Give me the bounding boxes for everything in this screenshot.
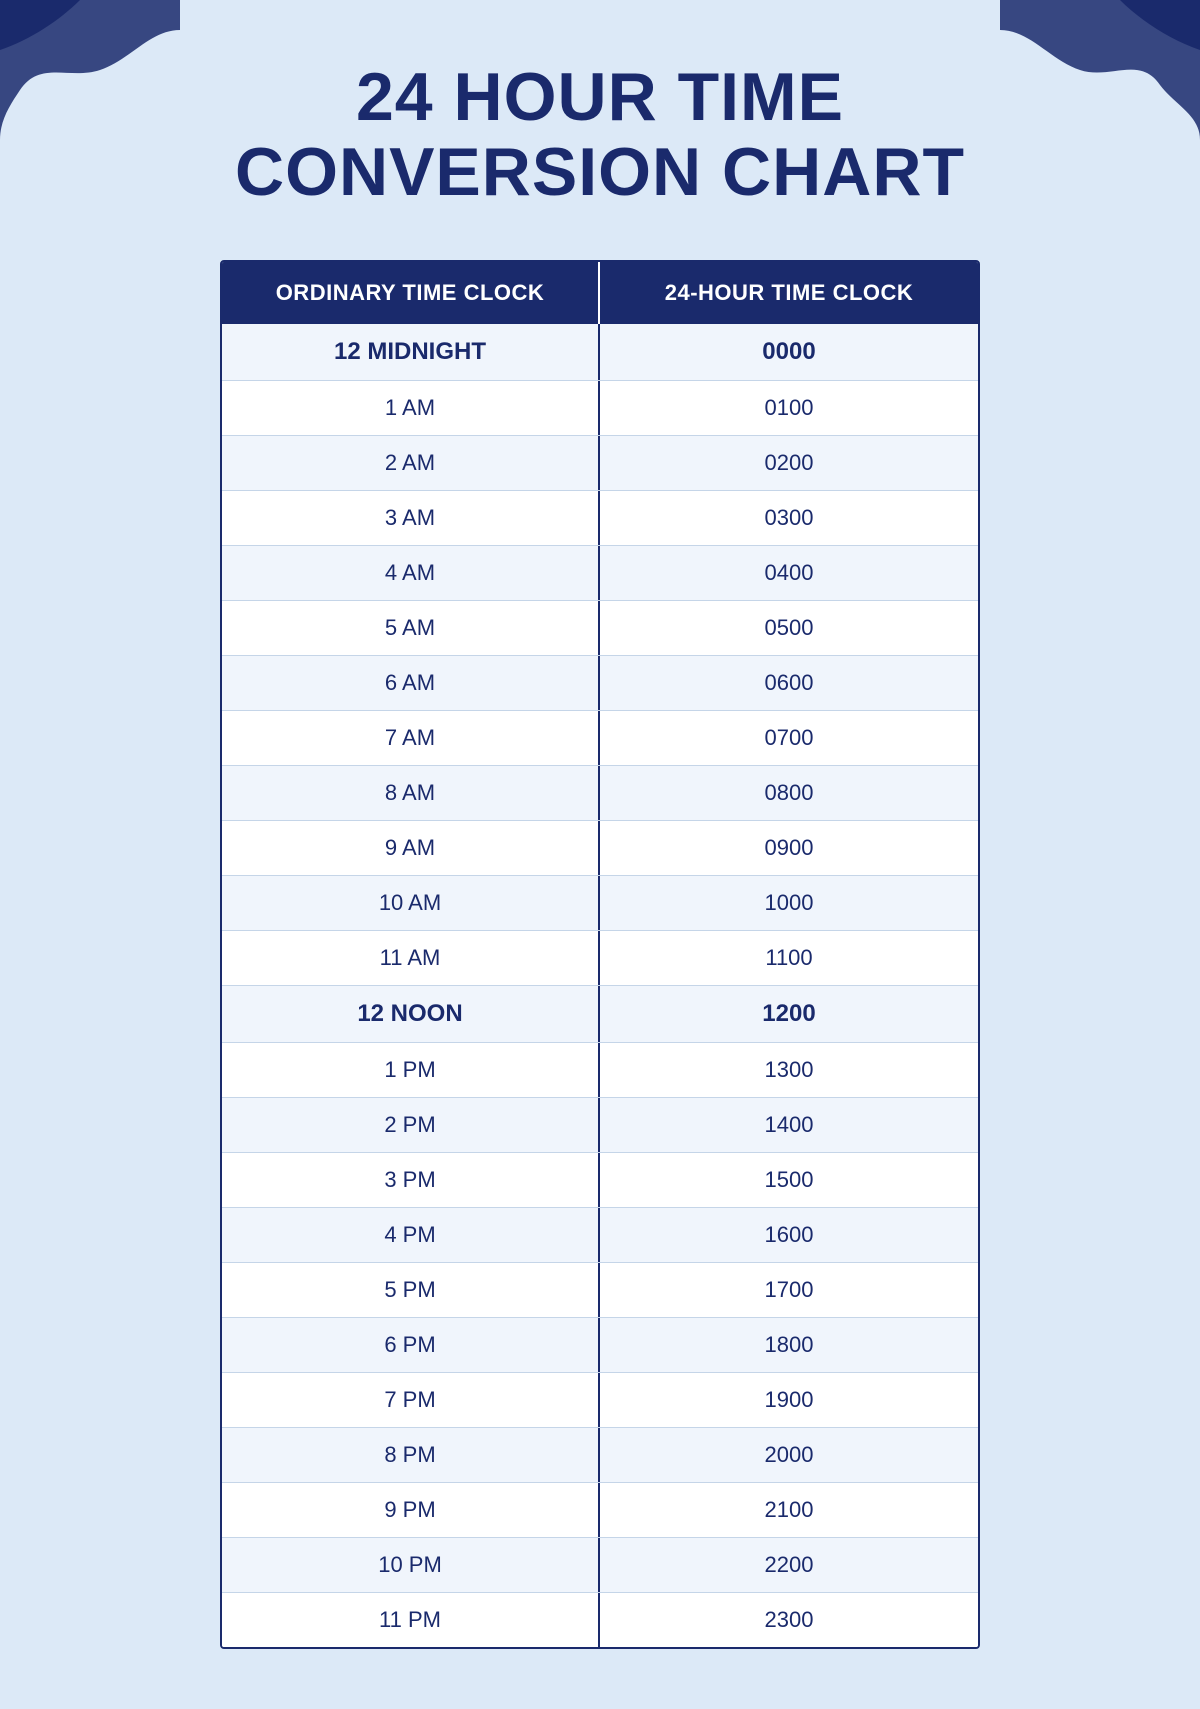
page-wrapper: 24 HOUR TIME CONVERSION CHART ORDINARY T… [0,0,1200,1709]
ordinary-time-cell: 9 PM [222,1483,600,1537]
ordinary-time-cell: 3 PM [222,1153,600,1207]
table-row: 8 PM2000 [222,1428,978,1483]
military-time-cell: 0700 [600,711,978,765]
ordinary-time-cell: 12 NOON [222,986,600,1042]
ordinary-time-cell: 5 AM [222,601,600,655]
ordinary-time-cell: 6 AM [222,656,600,710]
ordinary-time-cell: 5 PM [222,1263,600,1317]
table-row: 1 AM0100 [222,381,978,436]
military-time-cell: 0400 [600,546,978,600]
military-time-cell: 0000 [600,324,978,380]
table-row: 2 PM1400 [222,1098,978,1153]
table-header: ORDINARY TIME CLOCK 24-HOUR TIME CLOCK [222,262,978,324]
military-time-cell: 0300 [600,491,978,545]
ordinary-time-cell: 7 AM [222,711,600,765]
military-time-cell: 0900 [600,821,978,875]
ordinary-time-cell: 7 PM [222,1373,600,1427]
ordinary-time-cell: 8 AM [222,766,600,820]
military-time-cell: 0500 [600,601,978,655]
table-row: 9 AM0900 [222,821,978,876]
table-row: 12 MIDNIGHT0000 [222,324,978,381]
military-time-cell: 1300 [600,1043,978,1097]
table-row: 11 PM2300 [222,1593,978,1647]
ordinary-time-cell: 9 AM [222,821,600,875]
military-time-cell: 2300 [600,1593,978,1647]
table-row: 7 PM1900 [222,1373,978,1428]
table-row: 3 PM1500 [222,1153,978,1208]
conversion-table: ORDINARY TIME CLOCK 24-HOUR TIME CLOCK 1… [220,260,980,1649]
military-time-cell: 1100 [600,931,978,985]
ordinary-time-cell: 1 PM [222,1043,600,1097]
military-time-cell: 2200 [600,1538,978,1592]
table-row: 11 AM1100 [222,931,978,986]
ordinary-time-cell: 1 AM [222,381,600,435]
table-row: 4 AM0400 [222,546,978,601]
table-row: 6 PM1800 [222,1318,978,1373]
military-time-cell: 1600 [600,1208,978,1262]
military-time-cell: 2000 [600,1428,978,1482]
ordinary-time-cell: 2 AM [222,436,600,490]
table-row: 3 AM0300 [222,491,978,546]
table-row: 4 PM1600 [222,1208,978,1263]
ordinary-time-cell: 4 PM [222,1208,600,1262]
ordinary-time-cell: 10 PM [222,1538,600,1592]
table-row: 6 AM0600 [222,656,978,711]
ordinary-time-cell: 2 PM [222,1098,600,1152]
military-time-cell: 1400 [600,1098,978,1152]
military-time-cell: 1700 [600,1263,978,1317]
ordinary-time-cell: 3 AM [222,491,600,545]
table-row: 10 AM1000 [222,876,978,931]
ordinary-time-cell: 11 PM [222,1593,600,1647]
military-time-cell: 0800 [600,766,978,820]
military-time-cell: 0600 [600,656,978,710]
ordinary-time-cell: 11 AM [222,931,600,985]
table-body: 12 MIDNIGHT00001 AM01002 AM02003 AM03004… [222,324,978,1647]
blob-top-left [0,0,180,160]
ordinary-time-cell: 8 PM [222,1428,600,1482]
table-row: 5 PM1700 [222,1263,978,1318]
military-time-cell: 2100 [600,1483,978,1537]
military-time-cell: 1000 [600,876,978,930]
military-time-cell: 1200 [600,986,978,1042]
table-row: 8 AM0800 [222,766,978,821]
military-time-cell: 0100 [600,381,978,435]
table-row: 10 PM2200 [222,1538,978,1593]
military-time-cell: 1900 [600,1373,978,1427]
page-title: 24 HOUR TIME CONVERSION CHART [155,60,1045,210]
military-time-cell: 1800 [600,1318,978,1372]
table-row: 12 NOON1200 [222,986,978,1043]
table-row: 1 PM1300 [222,1043,978,1098]
military-time-cell: 0200 [600,436,978,490]
ordinary-time-cell: 10 AM [222,876,600,930]
table-row: 5 AM0500 [222,601,978,656]
table-row: 9 PM2100 [222,1483,978,1538]
ordinary-time-cell: 12 MIDNIGHT [222,324,600,380]
col2-header: 24-HOUR TIME CLOCK [600,262,978,324]
ordinary-time-cell: 6 PM [222,1318,600,1372]
col1-header: ORDINARY TIME CLOCK [222,262,600,324]
ordinary-time-cell: 4 AM [222,546,600,600]
table-row: 2 AM0200 [222,436,978,491]
military-time-cell: 1500 [600,1153,978,1207]
table-row: 7 AM0700 [222,711,978,766]
